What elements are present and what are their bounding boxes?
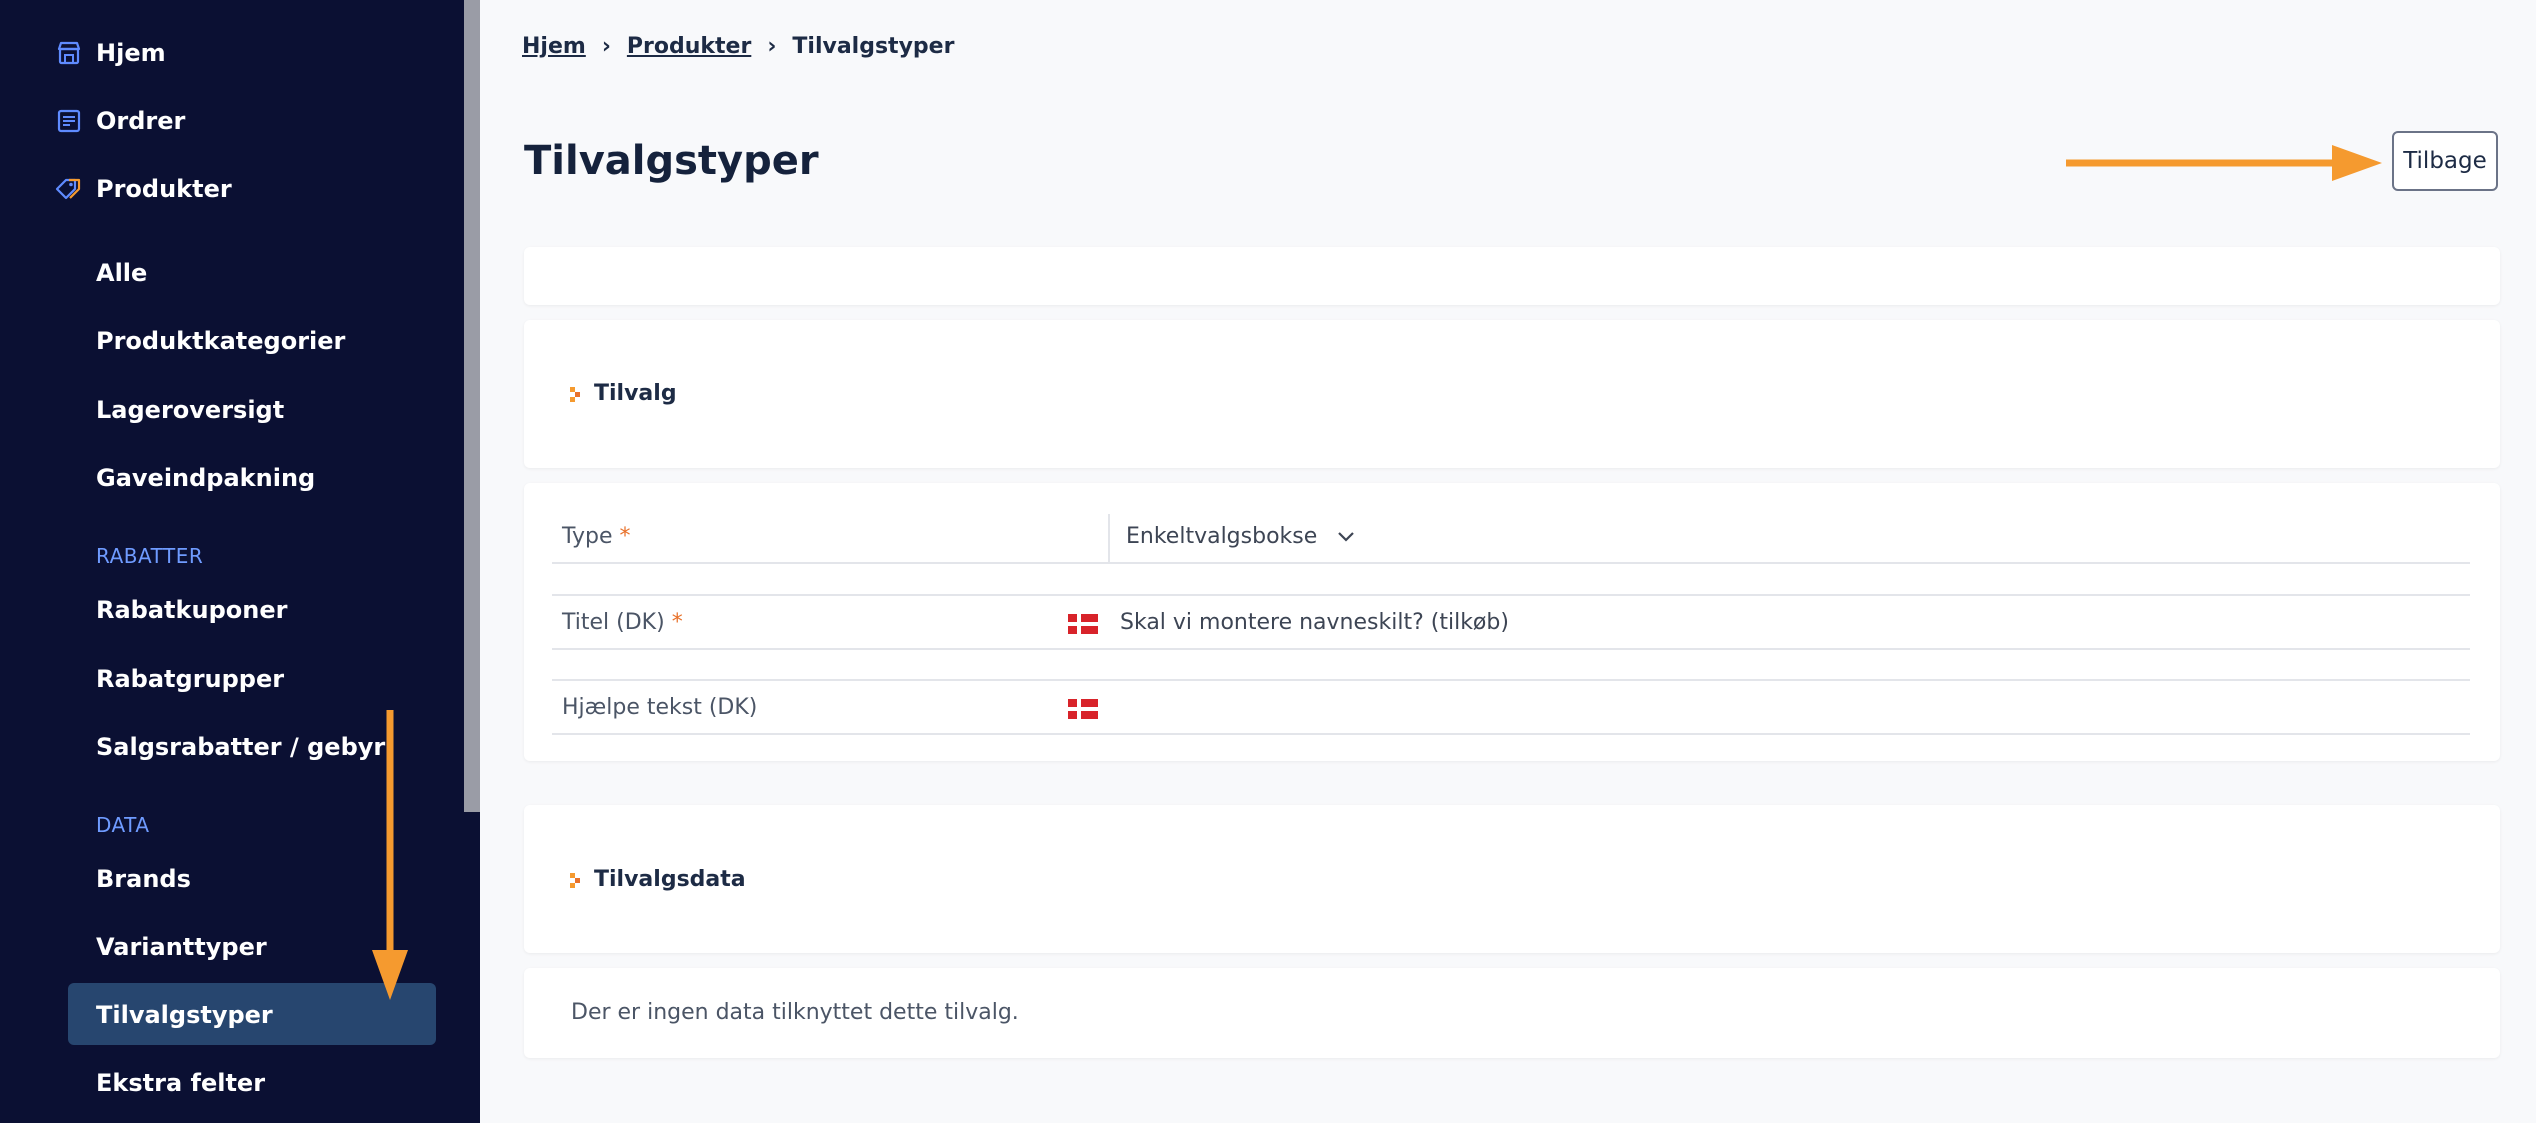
sidebar-item-label: Hjem xyxy=(96,39,166,67)
title-input[interactable]: Skal vi montere navneskilt? (tilkøb) xyxy=(1120,610,1509,635)
sidebar-item-label: Produkter xyxy=(96,175,232,203)
section-title-tilvalg: Tilvalg xyxy=(570,381,677,406)
sidebar-item-label: Ordrer xyxy=(96,107,186,135)
breadcrumb-link-hjem[interactable]: Hjem xyxy=(522,34,586,59)
row-divider xyxy=(552,679,2470,681)
sidebar-item-gaveindpakning[interactable]: Gaveindpakning xyxy=(96,458,315,498)
sidebar-section-rabatter: RABATTER xyxy=(96,544,204,568)
sidebar-item-brands[interactable]: Brands xyxy=(96,859,191,899)
column-separator xyxy=(1108,514,1110,562)
page-title: Tilvalgstyper xyxy=(524,138,819,184)
sidebar-item-hjem[interactable]: Hjem xyxy=(54,33,166,73)
sidebar-item-tilvalgstyper[interactable]: Tilvalgstyper xyxy=(96,995,273,1035)
row-divider xyxy=(552,594,2470,596)
sidebar: Hjem Ordrer Produkter Alle Produktkatego… xyxy=(0,0,480,1123)
sidebar-item-rabatgrupper[interactable]: Rabatgrupper xyxy=(96,659,284,699)
empty-data-message: Der er ingen data tilknyttet dette tilva… xyxy=(571,1000,1019,1025)
chevron-right-icon: › xyxy=(767,34,777,59)
chevron-marker-icon xyxy=(570,385,584,403)
row-divider xyxy=(552,562,2470,564)
breadcrumb: Hjem › Produkter › Tilvalgstyper xyxy=(522,34,954,59)
help-text-input[interactable] xyxy=(1120,695,2460,723)
sidebar-item-produkter[interactable]: Produkter xyxy=(54,169,232,209)
sidebar-item-varianttyper[interactable]: Varianttyper xyxy=(96,927,267,967)
title-label: Titel (DK) * xyxy=(562,610,683,635)
breadcrumb-current: Tilvalgstyper xyxy=(792,34,955,59)
tag-icon xyxy=(54,174,84,204)
row-divider xyxy=(552,733,2470,735)
chevron-down-icon xyxy=(1337,531,1355,543)
empty-card xyxy=(524,247,2500,305)
help-text-label: Hjælpe tekst (DK) xyxy=(562,695,758,720)
list-icon xyxy=(54,106,84,136)
row-divider xyxy=(552,648,2470,650)
type-label: Type * xyxy=(562,524,631,549)
tilvalg-section-card xyxy=(524,320,2500,468)
chevron-marker-icon xyxy=(570,871,584,889)
sidebar-scrollbar[interactable] xyxy=(464,0,480,812)
sidebar-item-ekstra-felter[interactable]: Ekstra felter xyxy=(96,1063,265,1103)
sidebar-item-alle[interactable]: Alle xyxy=(96,253,147,293)
section-title-tilvalgsdata: Tilvalgsdata xyxy=(570,867,746,892)
sidebar-item-lageroversigt[interactable]: Lageroversigt xyxy=(96,390,284,430)
sidebar-section-data: DATA xyxy=(96,813,150,837)
danish-flag-icon xyxy=(1068,699,1098,719)
annotation-arrow-down xyxy=(372,710,408,1000)
shop-icon xyxy=(54,38,84,68)
chevron-right-icon: › xyxy=(601,34,611,59)
sidebar-item-produktkategorier[interactable]: Produktkategorier xyxy=(96,321,345,361)
danish-flag-icon xyxy=(1068,614,1098,634)
back-button[interactable]: Tilbage xyxy=(2392,131,2498,191)
breadcrumb-link-produkter[interactable]: Produkter xyxy=(627,34,751,59)
sidebar-item-ordrer[interactable]: Ordrer xyxy=(54,101,185,141)
sidebar-item-salgsrabatter[interactable]: Salgsrabatter / gebyr xyxy=(96,727,385,767)
sidebar-item-rabatkuponer[interactable]: Rabatkuponer xyxy=(96,590,287,630)
tilvalgsdata-section-card xyxy=(524,805,2500,953)
annotation-arrow-right xyxy=(2066,145,2382,181)
type-select[interactable]: Enkeltvalgsbokse xyxy=(1126,524,1355,549)
